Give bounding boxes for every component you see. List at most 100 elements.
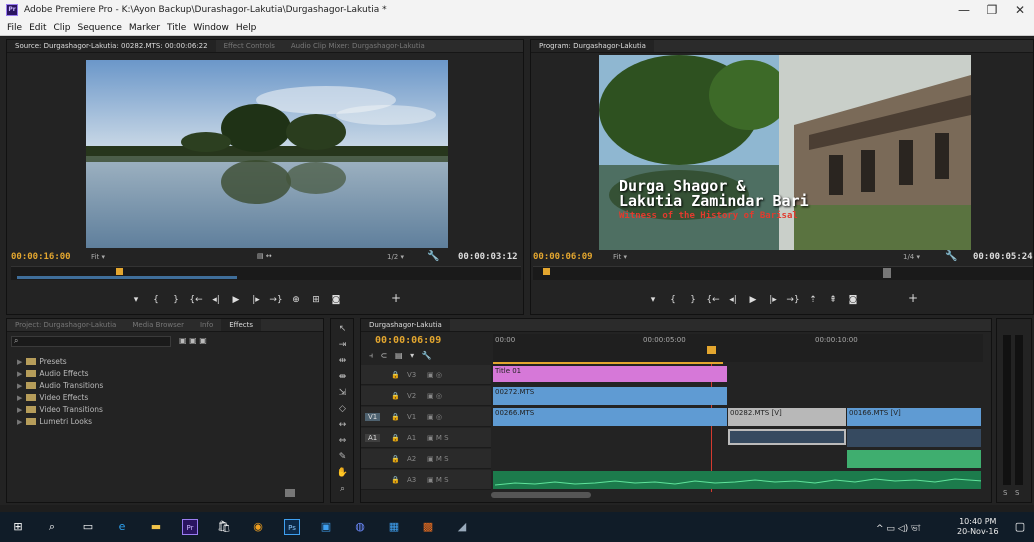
source-settings-icon[interactable]: ▤ ↔ (257, 252, 272, 260)
clip-v1-00166[interactable]: 00166.MTS [V] (847, 408, 981, 426)
photoshop-icon[interactable]: Ps (284, 519, 300, 535)
track-header-v1[interactable]: V1 🔒 V1 ▣ ◎ (361, 407, 491, 427)
app-icon-11[interactable]: ▩ (420, 519, 436, 535)
prog-step-forward-icon[interactable]: |▸ (763, 290, 783, 310)
menu-marker[interactable]: Marker (129, 22, 160, 35)
effects-item-lumetri-looks[interactable]: ▶ Lumetri Looks (17, 417, 92, 426)
menu-title[interactable]: Title (167, 22, 186, 35)
prog-export-frame-icon[interactable]: ◙ (843, 290, 863, 310)
premiere-taskbar-icon[interactable]: Pr (182, 519, 198, 535)
app-icon-10[interactable]: ▦ (386, 519, 402, 535)
file-explorer-icon[interactable]: ▬ (148, 519, 164, 535)
menu-window[interactable]: Window (193, 22, 229, 35)
effects-search-input[interactable]: ⌕ (11, 336, 171, 347)
zoom-tool-icon[interactable]: ⌕ (336, 483, 349, 496)
slide-tool-icon[interactable]: ⇔ (336, 435, 349, 448)
export-frame-icon[interactable]: ◙ (326, 290, 346, 310)
effects-item-audio-transitions[interactable]: ▶ Audio Transitions (17, 381, 103, 390)
program-resolution-dropdown[interactable]: 1/4 ▾ (903, 253, 920, 261)
overwrite-icon[interactable]: ⊞ (306, 290, 326, 310)
source-fit-dropdown[interactable]: Fit ▾ (91, 253, 105, 261)
clip-v2-00272[interactable]: 00272.MTS (493, 387, 727, 405)
track-select-tool-icon[interactable]: ⇥ (336, 339, 349, 352)
clip-a3-music[interactable] (493, 471, 981, 489)
app-icon-9[interactable]: ◍ (352, 519, 368, 535)
lift-icon[interactable]: ⇡ (803, 290, 823, 310)
menu-edit[interactable]: Edit (29, 22, 46, 35)
tray-icons[interactable]: ^ ▭ ◁) ভা (876, 521, 920, 536)
tab-info[interactable]: Info (192, 319, 221, 331)
edge-browser-icon[interactable]: e (114, 519, 130, 535)
add-marker-icon[interactable]: ▾ (126, 290, 146, 310)
search-icon[interactable]: ⌕ (44, 519, 60, 535)
mark-out-icon[interactable]: } (166, 290, 186, 310)
timeline-timecode[interactable]: 00:00:06:09 (375, 335, 441, 346)
clip-a2-audio[interactable] (847, 450, 981, 468)
store-icon[interactable]: 🛍 (216, 519, 232, 535)
menu-clip[interactable]: Clip (54, 22, 71, 35)
clip-v1-00282[interactable]: 00282.MTS [V] (728, 408, 846, 426)
goto-out-icon[interactable]: →} (266, 290, 286, 310)
meter-solo-right[interactable]: S (1015, 489, 1019, 497)
prog-mark-out-icon[interactable]: } (683, 290, 703, 310)
prog-add-marker-icon[interactable]: ▾ (643, 290, 663, 310)
meter-solo-left[interactable]: S (1003, 489, 1007, 497)
effects-item-presets[interactable]: ▶ Presets (17, 357, 67, 366)
hand-tool-icon[interactable]: ✋ (336, 467, 349, 480)
app-icon-12[interactable]: ◢ (454, 519, 470, 535)
rolling-edit-tool-icon[interactable]: ⇼ (336, 371, 349, 384)
media-icon[interactable]: ▣ (318, 519, 334, 535)
track-header-a3[interactable]: 🔒 A3 ▣ M S (361, 470, 491, 490)
menu-help[interactable]: Help (236, 22, 257, 35)
program-timeruler[interactable] (533, 266, 1033, 280)
selection-tool-icon[interactable]: ↖ (336, 323, 349, 336)
tab-audio-clip-mixer[interactable]: Audio Clip Mixer: Durgashagor-Lakutia (283, 40, 433, 52)
source-timecode-in[interactable]: 00:00:16:00 (11, 252, 71, 262)
step-back-icon[interactable]: ◂| (206, 290, 226, 310)
chrome-icon[interactable]: ◉ (250, 519, 266, 535)
effects-item-video-transitions[interactable]: ▶ Video Transitions (17, 405, 103, 414)
minimize-button[interactable]: — (953, 3, 975, 17)
program-fit-dropdown[interactable]: Fit ▾ (613, 253, 627, 261)
notification-icon[interactable]: ▢ (1012, 519, 1028, 535)
task-view-icon[interactable]: ▭ (80, 519, 96, 535)
clip-title-01[interactable]: Title 01 (493, 366, 727, 382)
source-playhead[interactable] (116, 268, 123, 275)
goto-in-icon[interactable]: {← (186, 290, 206, 310)
razor-tool-icon[interactable]: ◇ (336, 403, 349, 416)
program-timecode-in[interactable]: 00:00:06:09 (533, 252, 593, 262)
add-button-icon[interactable]: + (386, 288, 406, 308)
play-icon[interactable]: ▶ (226, 290, 246, 310)
prog-play-icon[interactable]: ▶ (743, 290, 763, 310)
mark-in-icon[interactable]: { (146, 290, 166, 310)
track-header-v3[interactable]: 🔒 V3 ▣ ◎ (361, 365, 491, 385)
menu-sequence[interactable]: Sequence (78, 22, 122, 35)
menu-file[interactable]: File (7, 22, 22, 35)
tab-effects[interactable]: Effects (221, 319, 262, 331)
source-timeruler[interactable] (11, 266, 521, 280)
tab-sequence[interactable]: Durgashagor-Lakutia (361, 319, 450, 331)
tab-effect-controls[interactable]: Effect Controls (216, 40, 283, 52)
track-header-v2[interactable]: 🔒 V2 ▣ ◎ (361, 386, 491, 406)
effects-item-audio-effects[interactable]: ▶ Audio Effects (17, 369, 89, 378)
program-wrench-icon[interactable]: 🔧 (945, 251, 957, 262)
prog-mark-in-icon[interactable]: { (663, 290, 683, 310)
timeline-ruler[interactable]: 00:00 00:00:05:00 00:00:10:00 (493, 334, 983, 362)
insert-icon[interactable]: ⊕ (286, 290, 306, 310)
close-button[interactable]: ✕ (1009, 3, 1031, 17)
prog-step-back-icon[interactable]: ◂| (723, 290, 743, 310)
ripple-edit-tool-icon[interactable]: ⇹ (336, 355, 349, 368)
source-resolution-dropdown[interactable]: 1/2 ▾ (387, 253, 404, 261)
effects-item-video-effects[interactable]: ▶ Video Effects (17, 393, 88, 402)
prog-add-button-icon[interactable]: + (903, 288, 923, 308)
tab-source[interactable]: Source: Durgashagor-Lakutia: 00282.MTS: … (7, 40, 216, 52)
clip-v1-00266[interactable]: 00266.MTS (493, 408, 727, 426)
clip-a1-00166[interactable] (847, 429, 981, 447)
new-bin-icon[interactable] (285, 489, 295, 497)
tab-project[interactable]: Project: Durgashagor-Lakutia (7, 319, 124, 331)
timeline-playhead-handle[interactable] (707, 346, 716, 354)
timeline-toolbar[interactable]: ⫞ ⊂ ▤ ▾ 🔧 (369, 351, 432, 361)
slip-tool-icon[interactable]: ↔ (336, 419, 349, 432)
track-header-a2[interactable]: 🔒 A2 ▣ M S (361, 449, 491, 469)
rate-stretch-tool-icon[interactable]: ⇲ (336, 387, 349, 400)
